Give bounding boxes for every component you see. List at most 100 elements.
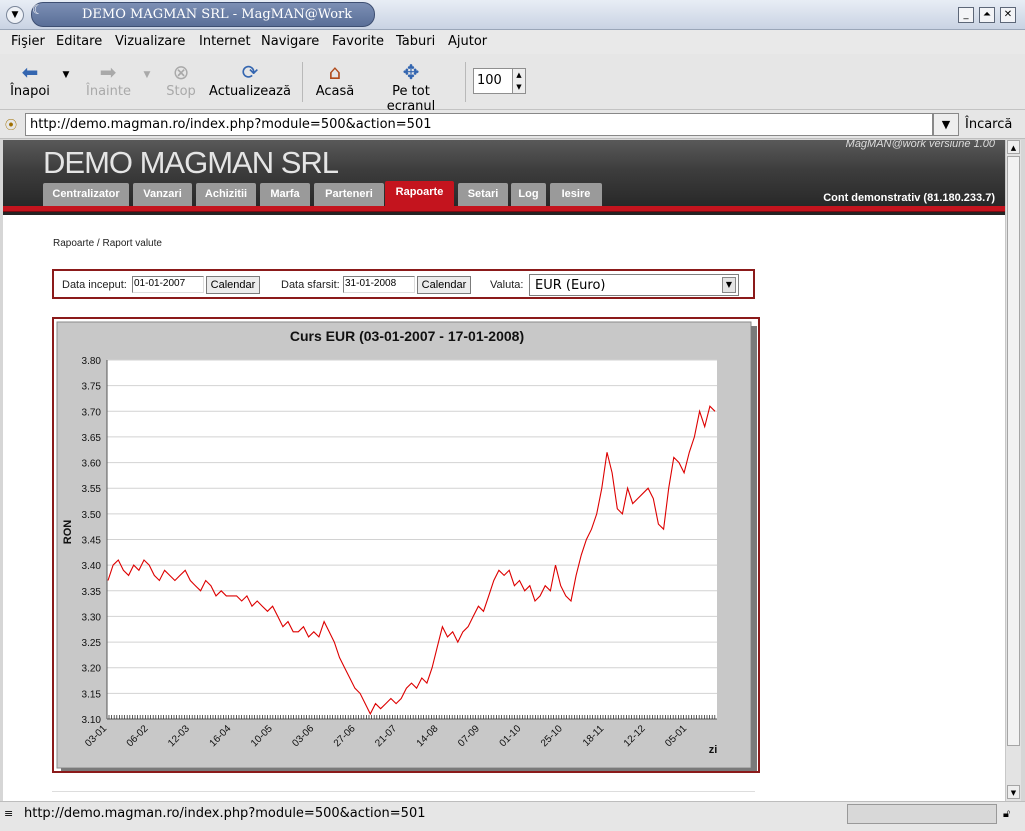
back-label: Înapoi bbox=[10, 84, 50, 99]
header-divider bbox=[3, 206, 1005, 212]
vertical-scrollbar[interactable]: ▲ ▼ bbox=[1005, 140, 1021, 801]
end-calendar-button[interactable]: Calendar bbox=[417, 276, 471, 294]
page-viewport: DEMO MAGMAN SRL MagMAN@work versiune 1.0… bbox=[3, 140, 1005, 801]
arrow-right-icon: ➡ bbox=[99, 60, 117, 84]
tab-achizitii[interactable]: Achizitii bbox=[196, 183, 256, 206]
chevron-down-icon: ▼ bbox=[722, 277, 736, 293]
y-tick-label: 3.10 bbox=[82, 715, 102, 726]
back-history-dropdown[interactable]: ▼ bbox=[60, 70, 72, 80]
currency-value: EUR (Euro) bbox=[535, 278, 606, 293]
address-bar: ⦿ http://demo.magman.ro/index.php?module… bbox=[0, 110, 1025, 139]
chart-panel-shadow bbox=[61, 768, 757, 771]
minimize-button[interactable]: _ bbox=[958, 7, 974, 23]
site-identity-icon[interactable]: ⦿ bbox=[5, 116, 21, 132]
y-tick-label: 3.70 bbox=[82, 407, 102, 418]
menu-navigate[interactable]: Navigare bbox=[261, 34, 319, 49]
home-icon: ⌂ bbox=[328, 60, 342, 84]
menu-edit[interactable]: Editare bbox=[56, 34, 102, 49]
toolbar-separator bbox=[465, 62, 466, 102]
y-tick-label: 3.30 bbox=[82, 612, 102, 623]
site-header: DEMO MAGMAN SRL MagMAN@work versiune 1.0… bbox=[3, 140, 1005, 215]
scroll-thumb[interactable] bbox=[1007, 156, 1020, 746]
start-date-label: Data inceput: bbox=[62, 279, 127, 291]
exchange-rate-chart: Curs EUR (03-01-2007 - 17-01-2008) 3.10 3.… bbox=[52, 317, 760, 773]
chart-panel-shadow bbox=[751, 326, 757, 770]
reload-button[interactable]: ⟳ Actualizează bbox=[207, 60, 293, 99]
y-tick-label: 3.55 bbox=[82, 484, 102, 495]
end-date-label: Data sfarsit: bbox=[281, 279, 340, 291]
menu-file[interactable]: Fişier bbox=[11, 34, 45, 49]
site-version: MagMAN@work versiune 1.00 bbox=[845, 140, 995, 150]
browser-logo-icon: ☾ bbox=[32, 3, 44, 18]
tab-iesire[interactable]: Iesire bbox=[550, 183, 602, 206]
forward-label: Înainte bbox=[86, 84, 131, 99]
statusbar: ≡ http://demo.magman.ro/index.php?module… bbox=[0, 801, 1025, 831]
stop-label: Stop bbox=[166, 84, 196, 99]
close-button[interactable]: ✕ bbox=[1000, 7, 1016, 23]
content-divider bbox=[52, 791, 755, 792]
menu-view[interactable]: Vizualizare bbox=[115, 34, 185, 49]
fullscreen-icon: ✥ bbox=[402, 60, 420, 84]
start-calendar-button[interactable]: Calendar bbox=[206, 276, 260, 294]
chart-title: Curs EUR (03-01-2007 - 17-01-2008) bbox=[290, 328, 524, 344]
y-tick-label: 3.45 bbox=[82, 536, 102, 547]
window-menu-button[interactable]: ▼ bbox=[6, 6, 24, 24]
site-title: DEMO MAGMAN SRL bbox=[43, 145, 339, 180]
y-tick-label: 3.40 bbox=[82, 561, 102, 572]
home-button[interactable]: ⌂ Acasă bbox=[313, 60, 357, 99]
maximize-button[interactable]: ⏶ bbox=[979, 7, 995, 23]
toolbar: ⬅ Înapoi ▼ ➡ Înainte ▼ ⊗ Stop ⟳ Actualiz… bbox=[0, 54, 1025, 114]
start-date-input[interactable]: 01-01-2007 bbox=[132, 276, 204, 293]
chart-canvas: Curs EUR (03-01-2007 - 17-01-2008) 3.10 3.… bbox=[56, 321, 757, 771]
forward-button[interactable]: ➡ Înainte bbox=[86, 60, 131, 99]
zoom-input[interactable]: 100 bbox=[473, 68, 513, 94]
menu-favorites[interactable]: Favorite bbox=[332, 34, 384, 49]
tab-vanzari[interactable]: Vanzari bbox=[133, 183, 192, 206]
tab-rapoarte[interactable]: Rapoarte bbox=[385, 181, 454, 206]
zoom-spinner[interactable]: ▲ ▼ bbox=[512, 68, 526, 94]
menu-help[interactable]: Ajutor bbox=[448, 34, 487, 49]
tab-marfa[interactable]: Marfa bbox=[260, 183, 310, 206]
window-titlebar: ▼ DEMO MAGMAN SRL - MagMAN@Work ☾ _ ⏶ ✕ bbox=[0, 0, 1025, 30]
scroll-down-arrow[interactable]: ▼ bbox=[1007, 785, 1020, 799]
tab-log[interactable]: Log bbox=[511, 183, 546, 206]
y-tick-label: 3.75 bbox=[82, 382, 102, 393]
y-tick-label: 3.50 bbox=[82, 510, 102, 521]
progress-bar bbox=[847, 804, 997, 824]
stop-button[interactable]: ⊗ Stop bbox=[165, 60, 197, 99]
y-tick-label: 3.80 bbox=[82, 356, 102, 367]
report-filter: Data inceput: 01-01-2007 Calendar Data s… bbox=[52, 269, 755, 299]
y-tick-label: 3.35 bbox=[82, 587, 102, 598]
tab-setari[interactable]: Setari bbox=[458, 183, 508, 206]
end-date-input[interactable]: 31-01-2008 bbox=[343, 276, 415, 293]
fullscreen-button[interactable]: ✥ Pe tot ecranul bbox=[366, 60, 456, 114]
arrow-left-icon: ⬅ bbox=[21, 60, 39, 84]
status-connection-icon: ≡ bbox=[4, 807, 14, 820]
menu-internet[interactable]: Internet bbox=[199, 34, 251, 49]
scroll-up-arrow[interactable]: ▲ bbox=[1007, 140, 1020, 154]
y-tick-label: 3.25 bbox=[82, 638, 102, 649]
menubar: Fişier Editare Vizualizare Internet Navi… bbox=[0, 30, 1025, 54]
breadcrumb: Rapoarte / Raport valute bbox=[53, 238, 162, 249]
home-label: Acasă bbox=[315, 84, 355, 99]
forward-history-dropdown[interactable]: ▼ bbox=[141, 70, 153, 80]
y-tick-label: 3.20 bbox=[82, 664, 102, 675]
tab-centralizator[interactable]: Centralizator bbox=[43, 183, 129, 206]
url-input[interactable]: http://demo.magman.ro/index.php?module=5… bbox=[25, 113, 933, 136]
currency-select[interactable]: EUR (Euro) ▼ bbox=[529, 274, 739, 296]
currency-label: Valuta: bbox=[490, 279, 524, 291]
stop-icon: ⊗ bbox=[172, 60, 190, 84]
url-history-dropdown[interactable]: ▼ bbox=[933, 113, 959, 136]
y-axis-label: RON bbox=[62, 520, 74, 545]
menu-tabs[interactable]: Taburi bbox=[396, 34, 435, 49]
account-info: Cont demonstrativ (81.180.233.7) bbox=[823, 192, 995, 204]
y-tick-label: 3.15 bbox=[82, 689, 102, 700]
tab-parteneri[interactable]: Parteneri bbox=[314, 183, 384, 206]
window-title: DEMO MAGMAN SRL - MagMAN@Work bbox=[31, 2, 375, 27]
y-tick-label: 3.60 bbox=[82, 459, 102, 470]
reload-icon: ⟳ bbox=[241, 60, 259, 84]
back-button[interactable]: ⬅ Înapoi bbox=[10, 60, 50, 99]
lock-icon: 🔓︎ bbox=[1003, 807, 1011, 820]
toolbar-separator bbox=[302, 62, 303, 102]
load-button[interactable]: Încarcă bbox=[965, 117, 1012, 132]
